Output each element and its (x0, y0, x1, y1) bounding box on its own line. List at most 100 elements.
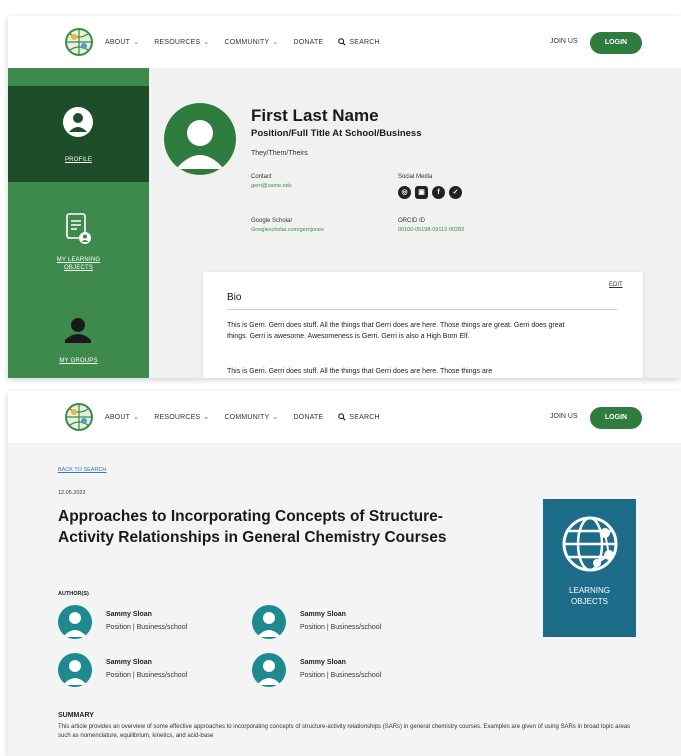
profile-name: First Last Name (251, 106, 379, 125)
nav-about[interactable]: ABOUT ⌄ (105, 38, 140, 47)
nav-community[interactable]: COMMUNITY ⌄ (224, 413, 279, 422)
orcid-label: ORCID ID (398, 218, 425, 224)
nav-donate-label: DONATE (293, 413, 324, 421)
chevron-down-icon: ⌄ (272, 39, 279, 46)
bio-card: EDIT Bio This is Gerri. Gerri does stuff… (203, 272, 643, 378)
author-position: Position | Business/school (300, 672, 382, 679)
main-menu: ABOUT ⌄ RESOURCES ⌄ COMMUNITY ⌄ DONATE SEAR… (105, 16, 395, 68)
user-icon (257, 612, 281, 637)
nav-donate[interactable]: DONATE (293, 414, 323, 421)
back-to-search-link[interactable]: BACK TO SEARCH (58, 467, 106, 473)
user-icon (176, 120, 224, 169)
google-scholar-link[interactable]: Googlescholar.com/gerrijones (251, 227, 324, 233)
globe-logo-icon[interactable] (64, 402, 94, 432)
nav-about[interactable]: ABOUT ⌄ (105, 413, 140, 422)
summary-label: SUMMARY (58, 712, 94, 719)
nav-donate[interactable]: DONATE (293, 39, 323, 46)
profile-sidebar: PROFILE MY LEARNING OBJECTS MY GROUPS (8, 68, 149, 378)
nav-resources-label: RESOURCES (154, 38, 201, 46)
linkedin-icon[interactable]: ▣ (415, 186, 428, 199)
login-button[interactable]: LOGIN (590, 407, 642, 429)
user-icon (63, 612, 87, 637)
social-icons: ◎ ▣ f ✓ (398, 186, 462, 199)
facebook-icon[interactable]: f (432, 186, 445, 199)
twitter-icon[interactable]: ✓ (449, 186, 462, 199)
chevron-down-icon: ⌄ (133, 414, 140, 421)
nav-search-label: SEARCH (349, 413, 380, 421)
user-icon (63, 660, 87, 685)
instagram-icon[interactable]: ◎ (398, 186, 411, 199)
author-card[interactable]: Sammy Sloan Position | Business/school (58, 605, 258, 641)
sidebar-item-learning-objects[interactable]: MY LEARNING OBJECTS (8, 208, 149, 288)
bio-title: Bio (227, 292, 242, 303)
google-scholar-label: Google Scholar (251, 218, 293, 224)
article-date: 12.05.2022 (58, 490, 86, 496)
sidebar-label-groups: MY GROUPS (59, 358, 98, 364)
contact-email[interactable]: gerri@usme.edu (251, 183, 292, 189)
nav-about-label: ABOUT (105, 413, 131, 421)
globe-logo-icon[interactable] (64, 27, 94, 57)
search-icon (338, 38, 346, 46)
profile-page-screenshot: ABOUT ⌄ RESOURCES ⌄ COMMUNITY ⌄ DONATE SEAR… (8, 16, 681, 378)
nav-search[interactable]: SEARCH (338, 38, 380, 46)
document-user-icon (66, 213, 91, 244)
nav-community-label: COMMUNITY (224, 413, 270, 421)
chevron-down-icon: ⌄ (272, 414, 279, 421)
avatar (58, 605, 92, 639)
nav-community[interactable]: COMMUNITY ⌄ (224, 38, 279, 47)
edit-bio-link[interactable]: EDIT (609, 282, 623, 288)
main-menu: ABOUT ⌄ RESOURCES ⌄ COMMUNITY ⌄ DONATE SEAR… (105, 391, 395, 443)
nav-resources[interactable]: RESOURCES ⌄ (154, 413, 210, 422)
author-name: Sammy Sloan (106, 611, 152, 618)
profile-avatar (164, 103, 236, 175)
nav-resources[interactable]: RESOURCES ⌄ (154, 38, 210, 47)
nav-search-label: SEARCH (349, 38, 380, 46)
social-media-label: Social Media (398, 174, 433, 180)
join-us-link[interactable]: JOIN US (550, 38, 578, 45)
chevron-down-icon: ⌄ (203, 414, 210, 421)
author-name: Sammy Sloan (300, 611, 346, 618)
article-page-screenshot: ABOUT ⌄ RESOURCES ⌄ COMMUNITY ⌄ DONATE SEAR… (8, 391, 681, 756)
summary-text: This article provides an overview of som… (58, 724, 631, 739)
badge-label-line: OBJECTS (571, 597, 608, 606)
nav-about-label: ABOUT (105, 38, 131, 46)
learning-objects-badge: LEARNING OBJECTS (543, 499, 636, 637)
search-icon (338, 413, 346, 421)
join-us-link[interactable]: JOIN US (550, 413, 578, 420)
chevron-down-icon: ⌄ (133, 39, 140, 46)
nav-community-label: COMMUNITY (224, 38, 270, 46)
author-position: Position | Business/school (106, 672, 188, 679)
author-card[interactable]: Sammy Sloan Position | Business/school (252, 653, 452, 689)
badge-label-line: LEARNING (569, 586, 610, 595)
divider (227, 309, 617, 310)
group-icon (65, 318, 91, 343)
avatar (252, 653, 286, 687)
bio-paragraph: This is Gerri. Gerri does stuff. All the… (227, 322, 565, 340)
author-name: Sammy Sloan (300, 659, 346, 666)
bio-paragraph: This is Gerri. Gerri does stuff. All the… (227, 368, 493, 375)
author-card[interactable]: Sammy Sloan Position | Business/school (252, 605, 452, 641)
nav-donate-label: DONATE (293, 38, 324, 46)
nav-search[interactable]: SEARCH (338, 413, 380, 421)
user-icon (63, 107, 93, 137)
profile-title: Position/Full Title At School/Business (251, 128, 422, 139)
avatar (252, 605, 286, 639)
sidebar-item-groups[interactable]: MY GROUPS (8, 314, 149, 374)
author-position: Position | Business/school (106, 624, 188, 631)
avatar (58, 653, 92, 687)
login-button[interactable]: LOGIN (590, 32, 642, 54)
sidebar-label-profile: PROFILE (64, 157, 93, 163)
contact-label: Contact (251, 174, 272, 180)
chevron-down-icon: ⌄ (203, 39, 210, 46)
sidebar-item-profile[interactable]: PROFILE (8, 86, 149, 182)
author-position: Position | Business/school (300, 624, 382, 631)
user-icon (257, 660, 281, 685)
sidebar-label-learning-objects: MY LEARNING OBJECTS (56, 257, 101, 271)
author-card[interactable]: Sammy Sloan Position | Business/school (58, 653, 258, 689)
orcid-value[interactable]: 00100-05198-09112-00282 (398, 227, 464, 233)
badge-label: LEARNING OBJECTS (543, 585, 636, 607)
top-nav: ABOUT ⌄ RESOURCES ⌄ COMMUNITY ⌄ DONATE SEAR… (8, 391, 681, 443)
authors-label: AUTHOR(S) (58, 591, 89, 597)
article-title: Approaches to Incorporating Concepts of … (58, 508, 447, 546)
nav-resources-label: RESOURCES (154, 413, 201, 421)
